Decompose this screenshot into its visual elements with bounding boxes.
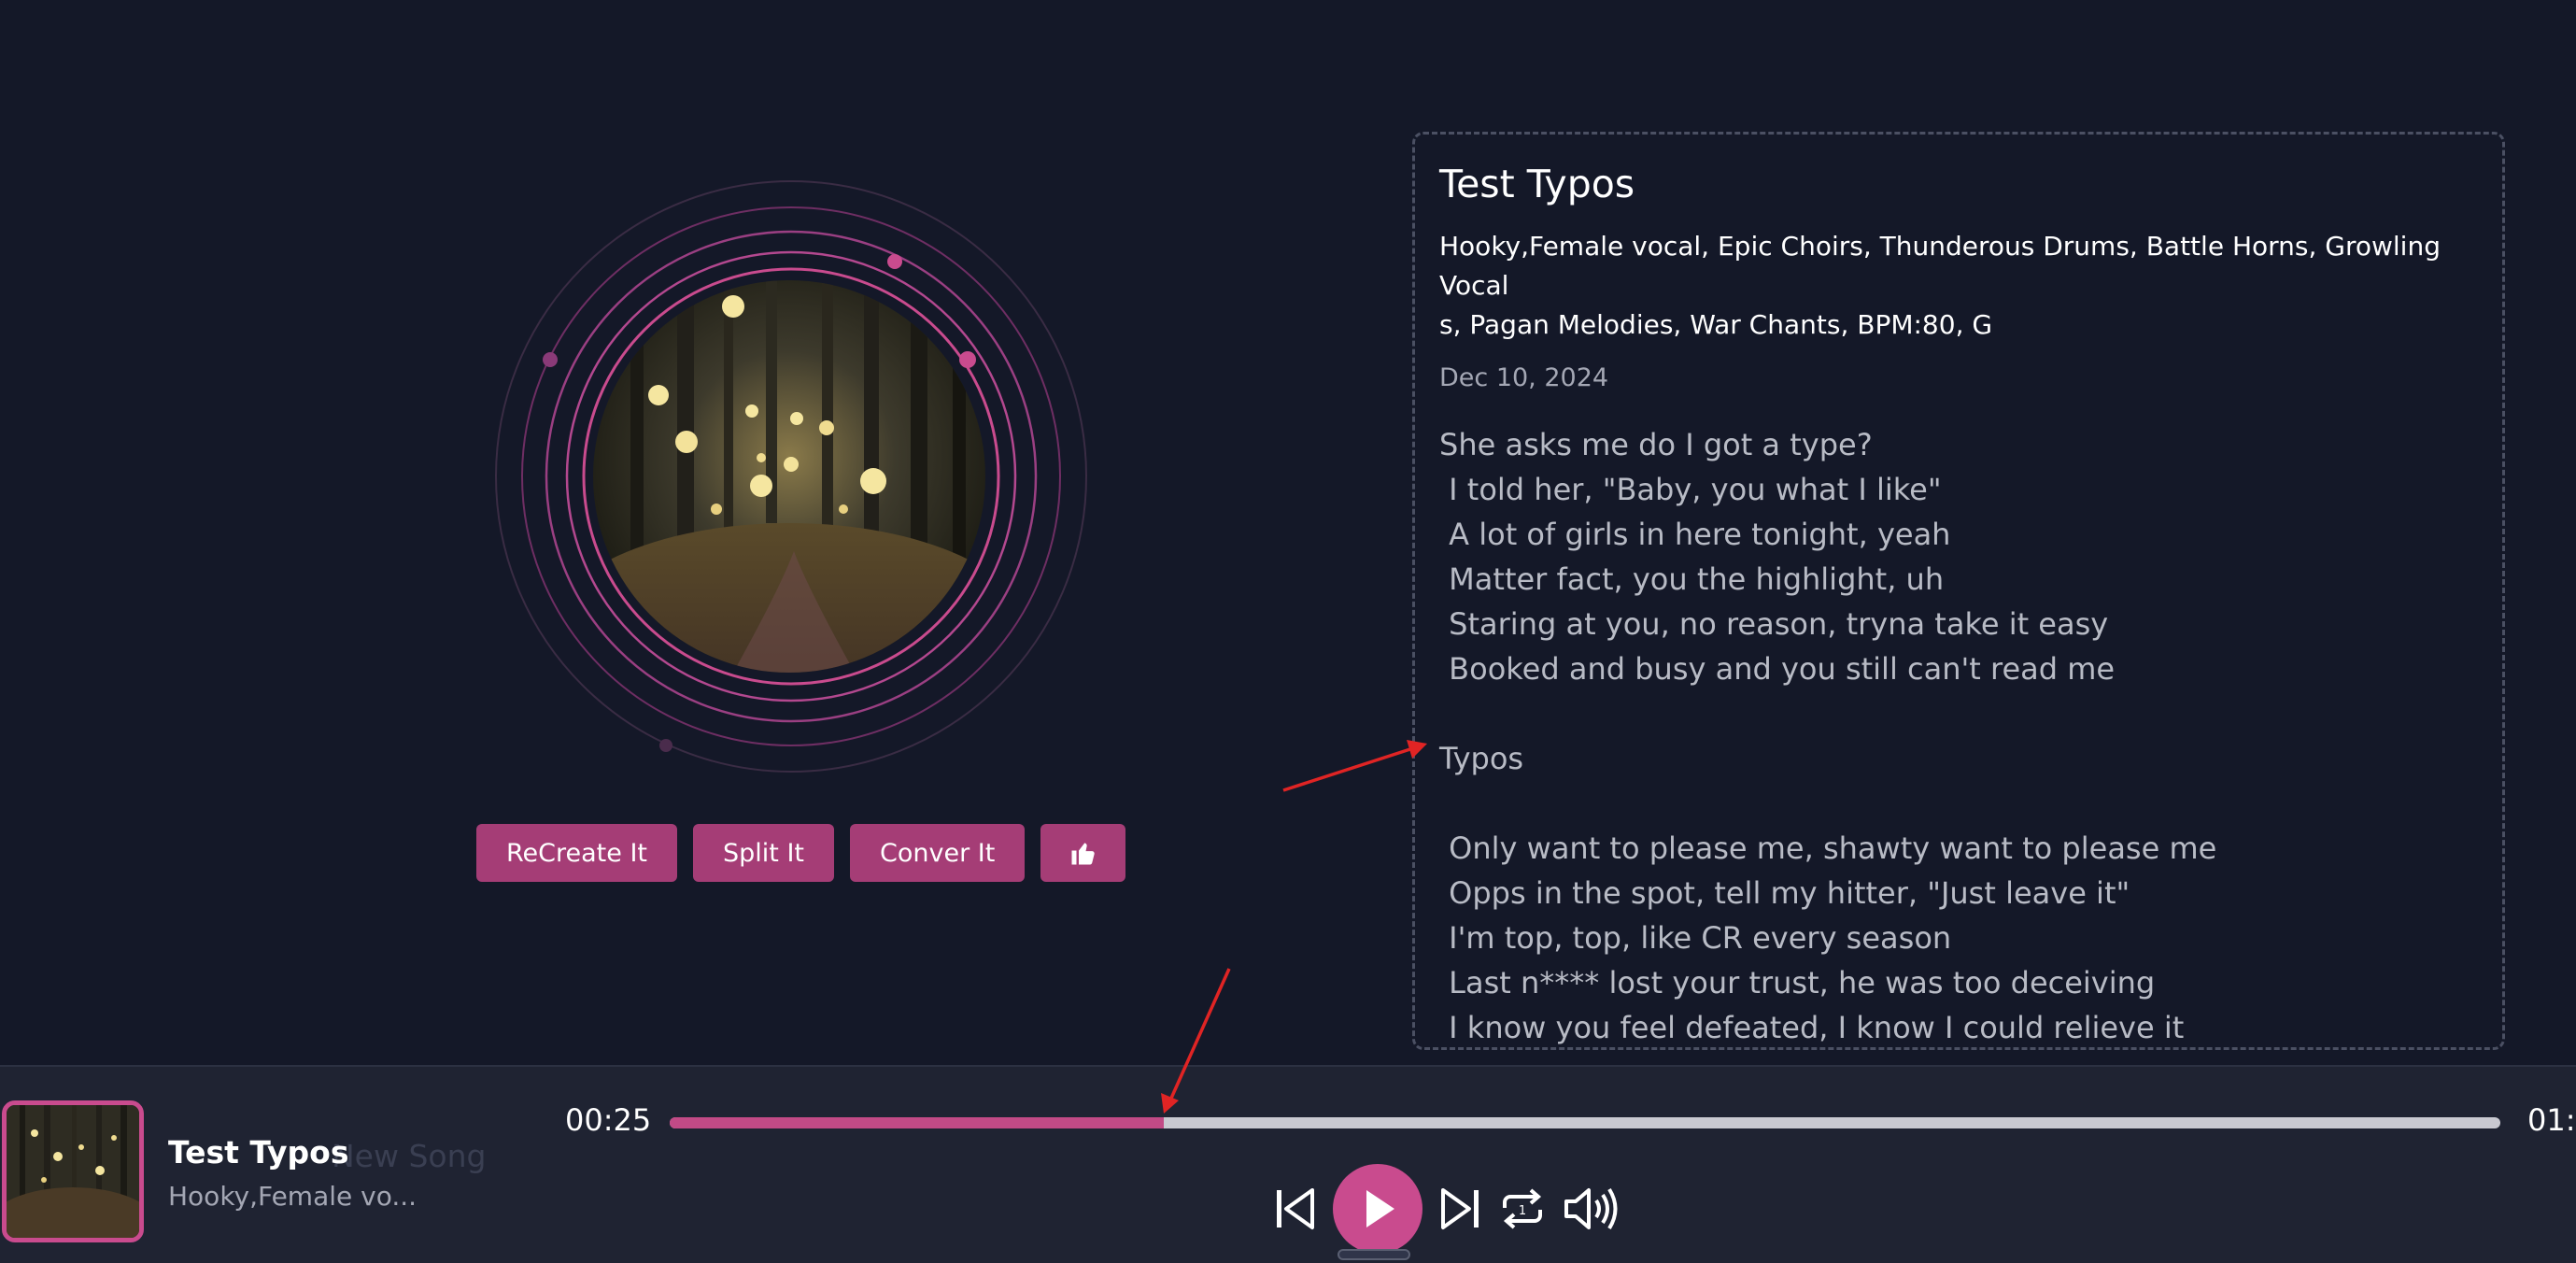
song-lyrics: She asks me do I got a type? I told her,… bbox=[1439, 427, 2217, 1046]
repeat-button[interactable]: 1 bbox=[1497, 1185, 1548, 1232]
song-date: Dec 10, 2024 bbox=[1439, 363, 1609, 393]
ring-dot bbox=[887, 254, 902, 269]
song-details-panel: Test Typos Hooky,Female vocal, Epic Choi… bbox=[1412, 132, 2505, 1050]
recreate-button[interactable]: ReCreate It bbox=[476, 824, 678, 882]
play-button[interactable] bbox=[1333, 1164, 1422, 1254]
player-ghost-title: New Song bbox=[332, 1138, 487, 1174]
current-time: 00:25 bbox=[565, 1102, 652, 1138]
progress-fill bbox=[670, 1117, 1165, 1128]
player-bar: New Song Test Typos Hooky,Female vo... 0… bbox=[0, 1065, 2576, 1263]
volume-icon bbox=[1564, 1187, 1618, 1230]
player-song-title: Test Typos bbox=[168, 1134, 349, 1171]
song-title: Test Typos bbox=[1439, 162, 1635, 206]
svg-text:1: 1 bbox=[1519, 1204, 1526, 1218]
play-icon bbox=[1366, 1190, 1394, 1228]
convert-button[interactable]: Conver It bbox=[850, 824, 1026, 882]
song-tags: Hooky,Female vocal, Epic Choirs, Thunder… bbox=[1439, 231, 2441, 341]
previous-button[interactable] bbox=[1273, 1185, 1318, 1232]
like-button[interactable] bbox=[1040, 824, 1126, 882]
scroll-handle[interactable] bbox=[1338, 1249, 1410, 1260]
repeat-one-icon: 1 bbox=[1503, 1188, 1542, 1229]
skip-back-icon bbox=[1277, 1188, 1314, 1229]
split-button[interactable]: Split It bbox=[693, 824, 835, 882]
next-button[interactable] bbox=[1437, 1185, 1482, 1232]
ring-dot bbox=[659, 739, 672, 752]
total-time: 01:3 bbox=[2527, 1102, 2576, 1138]
ring-dot bbox=[543, 352, 558, 367]
skip-forward-icon bbox=[1441, 1188, 1479, 1229]
volume-button[interactable] bbox=[1563, 1185, 1621, 1232]
progress-bar[interactable] bbox=[670, 1117, 2500, 1128]
song-actions: ReCreate It Split It Conver It bbox=[476, 824, 1126, 882]
player-cover-thumbnail[interactable] bbox=[2, 1100, 144, 1242]
app-stage: ReCreate It Split It Conver It Test Typo… bbox=[0, 0, 2576, 1263]
annotation-arrow bbox=[1282, 740, 1427, 792]
playback-controls: 1 bbox=[1273, 1164, 1621, 1254]
audio-visualizer bbox=[486, 168, 1102, 785]
thumbs-up-icon bbox=[1071, 843, 1095, 865]
player-song-subtitle: Hooky,Female vo... bbox=[168, 1181, 418, 1212]
album-cover-image bbox=[593, 280, 985, 673]
